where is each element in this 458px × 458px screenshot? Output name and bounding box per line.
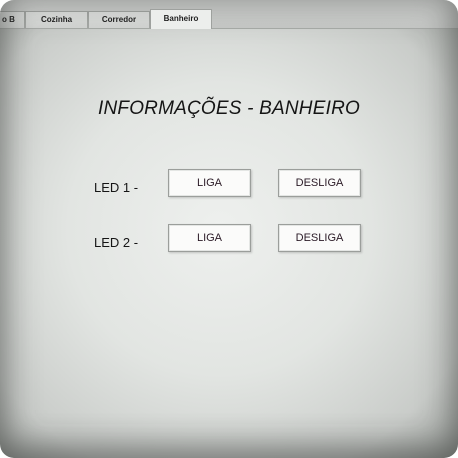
tab-corredor[interactable]: Corredor bbox=[88, 11, 150, 28]
app-window: o B Cozinha Corredor Banheiro INFORMAÇÕE… bbox=[0, 0, 458, 458]
led-1-on-button[interactable]: LIGA bbox=[168, 169, 251, 197]
led-2-on-button[interactable]: LIGA bbox=[168, 224, 251, 252]
tab-banheiro[interactable]: Banheiro bbox=[150, 9, 212, 29]
tab-label: Corredor bbox=[101, 15, 137, 24]
led-2-label: LED 2 - bbox=[94, 235, 139, 250]
tab-cozinha[interactable]: Cozinha bbox=[25, 11, 88, 28]
tab-partial[interactable]: o B bbox=[0, 11, 25, 28]
tab-label: Banheiro bbox=[163, 14, 199, 23]
led-1-off-button[interactable]: DESLIGA bbox=[278, 169, 361, 197]
page-title: INFORMAÇÕES - BANHEIRO bbox=[98, 98, 360, 119]
tab-label: Cozinha bbox=[40, 15, 73, 24]
tab-label: o B bbox=[2, 15, 15, 24]
led-1-label: LED 1 - bbox=[94, 180, 139, 195]
tab-bar: o B Cozinha Corredor Banheiro bbox=[0, 0, 458, 29]
led-2-off-button[interactable]: DESLIGA bbox=[278, 224, 361, 252]
